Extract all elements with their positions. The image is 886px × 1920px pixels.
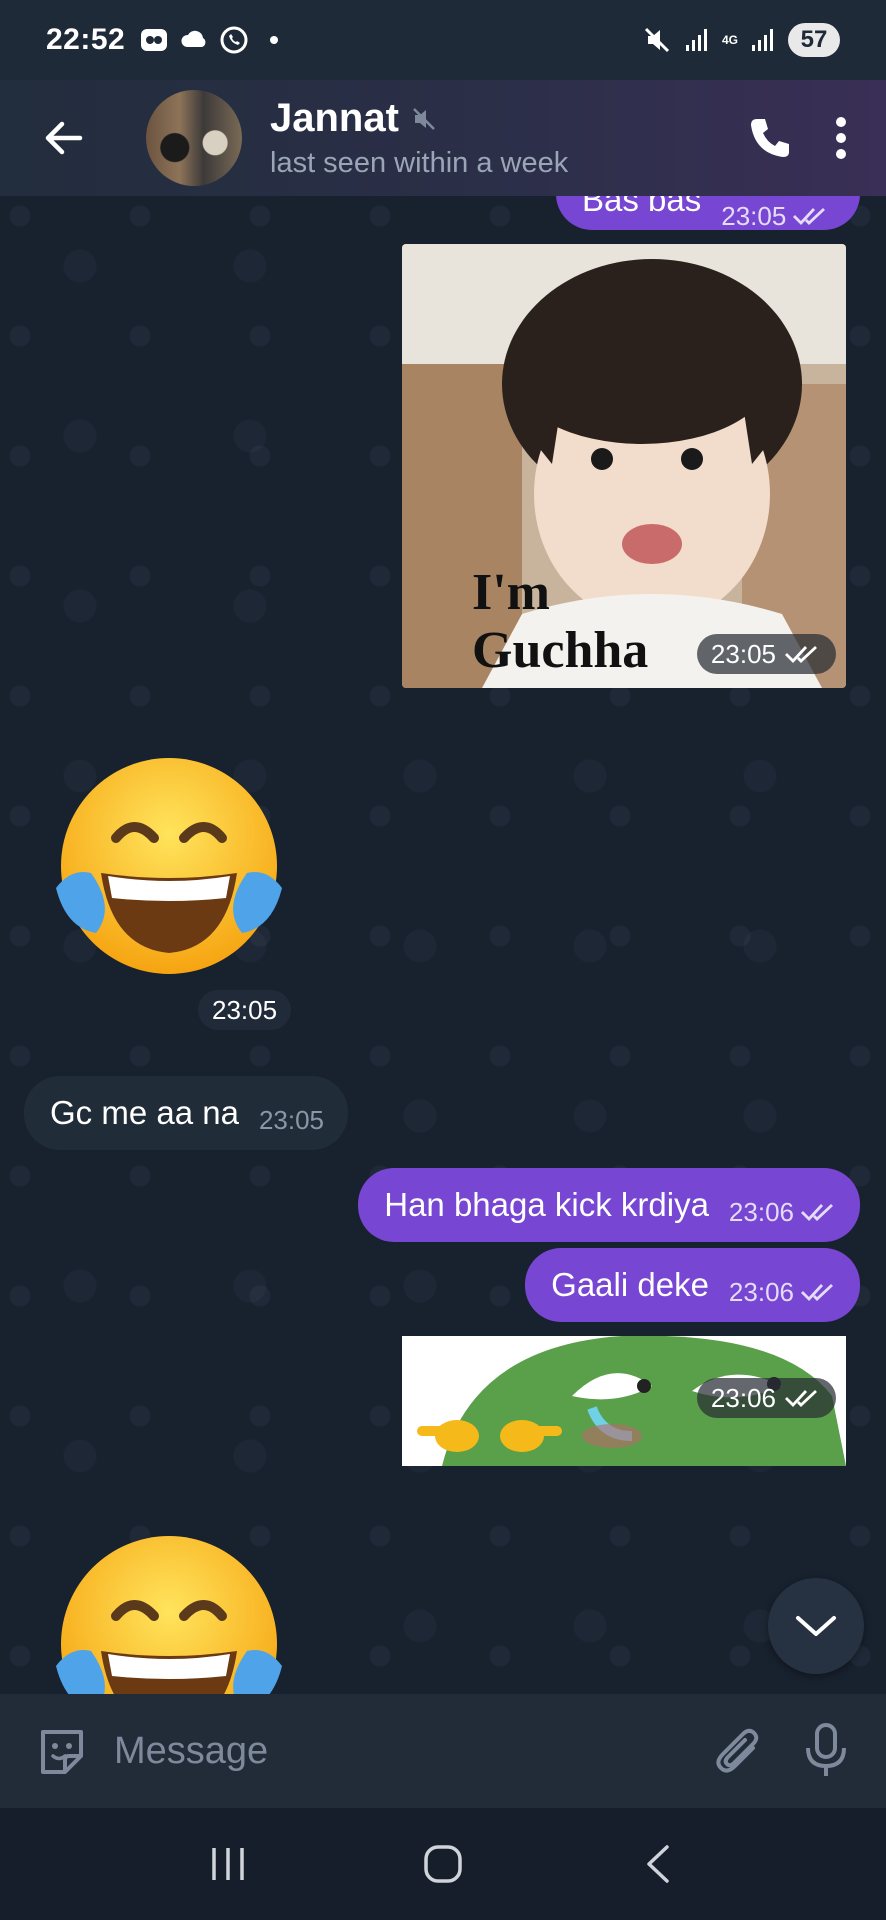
contact-row: Jannat <box>270 96 568 141</box>
outgoing-message[interactable]: Bas bas 23:05 <box>556 196 860 232</box>
message-text: Bas bas <box>582 196 702 218</box>
attach-button[interactable] <box>708 1721 768 1781</box>
message-text: Gc me aa na <box>50 1094 239 1131</box>
message-time: 23:05 <box>258 1104 325 1135</box>
double-check-icon <box>801 1283 833 1302</box>
contact-info[interactable]: Jannat last seen within a week <box>270 96 568 180</box>
photo-message[interactable]: I'm Guchha 23:05 <box>402 244 846 688</box>
contact-name: Jannat <box>270 96 399 140</box>
more-vertical-icon <box>836 117 846 159</box>
status-left-icons <box>139 25 289 55</box>
signal-icon <box>752 29 773 51</box>
nav-back-button[interactable] <box>618 1824 698 1904</box>
paperclip-icon <box>716 1728 759 1773</box>
message-text: Han bhaga kick krdiya <box>384 1186 709 1223</box>
chat-header: Jannat last seen within a week <box>0 80 886 196</box>
recent-apps-icon <box>211 1848 244 1880</box>
arrow-left-icon <box>45 121 83 155</box>
phone-icon <box>751 119 789 157</box>
tears-of-joy-emoji <box>56 1536 282 1694</box>
scroll-to-bottom-button[interactable] <box>768 1578 864 1674</box>
emoji-sticker[interactable] <box>46 758 292 978</box>
message-time: 23:05 <box>710 638 776 669</box>
home-icon <box>424 1845 462 1883</box>
photo-caption: I'm Guchha <box>472 564 648 680</box>
message-meta: 23:05 <box>721 201 830 232</box>
message-time: 23:06 <box>728 1196 794 1227</box>
message-meta: 23:06 <box>729 1277 838 1308</box>
chevron-down-icon <box>796 1616 836 1636</box>
message-meta: 23:06 <box>729 1197 838 1228</box>
app-icon <box>141 29 168 51</box>
message-time: 23:06 <box>728 1276 794 1307</box>
status-right: 4G 57 <box>642 23 840 57</box>
double-check-icon <box>785 1389 817 1408</box>
message-time: 23:05 <box>721 200 787 231</box>
photo-caption-line2: Guchha <box>472 622 649 679</box>
microphone-icon <box>806 1723 846 1776</box>
call-button[interactable] <box>740 108 800 168</box>
home-button[interactable] <box>403 1824 483 1904</box>
outgoing-message[interactable]: Gaali deke 23:06 <box>525 1248 860 1322</box>
back-button[interactable] <box>34 108 94 168</box>
dot-icon <box>270 36 279 44</box>
message-composer <box>0 1694 886 1808</box>
last-seen-status: last seen within a week <box>270 147 569 179</box>
double-check-icon <box>793 207 826 226</box>
chat-area[interactable]: Bas bas 23:05 I'm Guchha 23:05 23:05 Gc … <box>0 196 886 1694</box>
photo-caption-line1: I'm <box>472 564 550 621</box>
message-meta: 23:05 <box>696 634 836 674</box>
message-time: 23:06 <box>710 1382 776 1413</box>
chevron-left-icon <box>647 1845 670 1883</box>
message-meta: 23:06 <box>696 1378 836 1418</box>
recent-apps-button[interactable] <box>188 1824 268 1904</box>
mute-icon <box>644 27 670 53</box>
network-label: 4G <box>721 33 738 47</box>
sticker-icon <box>41 1730 83 1774</box>
sticker-message[interactable]: 23:06 <box>402 1336 846 1466</box>
emoji-sticker-button[interactable] <box>32 1721 92 1781</box>
incoming-message[interactable]: Gc me aa na 23:05 <box>24 1076 349 1150</box>
emoji-sticker[interactable] <box>46 1536 292 1694</box>
avatar[interactable] <box>146 90 242 186</box>
outgoing-message[interactable]: Han bhaga kick krdiya 23:06 <box>358 1168 860 1242</box>
more-options-button[interactable] <box>816 108 866 168</box>
message-time: 23:05 <box>212 994 278 1025</box>
message-input[interactable] <box>114 1716 708 1786</box>
message-text: Gaali deke <box>551 1266 709 1303</box>
cloud-icon <box>181 30 206 47</box>
voice-message-button[interactable] <box>796 1721 856 1781</box>
whatsapp-icon <box>220 26 248 54</box>
tears-of-joy-emoji <box>56 758 282 974</box>
double-check-icon <box>785 645 817 664</box>
muted-icon <box>413 107 435 130</box>
message-meta: 23:05 <box>259 1105 324 1136</box>
double-check-icon <box>801 1203 833 1222</box>
status-bar: 22:52 4G 57 <box>0 0 886 80</box>
battery-indicator: 57 <box>788 23 840 57</box>
system-nav-bar <box>0 1808 886 1920</box>
emoji-time-pill: 23:05 <box>198 990 292 1030</box>
signal-icon <box>685 29 707 51</box>
status-time: 22:52 <box>46 23 126 56</box>
